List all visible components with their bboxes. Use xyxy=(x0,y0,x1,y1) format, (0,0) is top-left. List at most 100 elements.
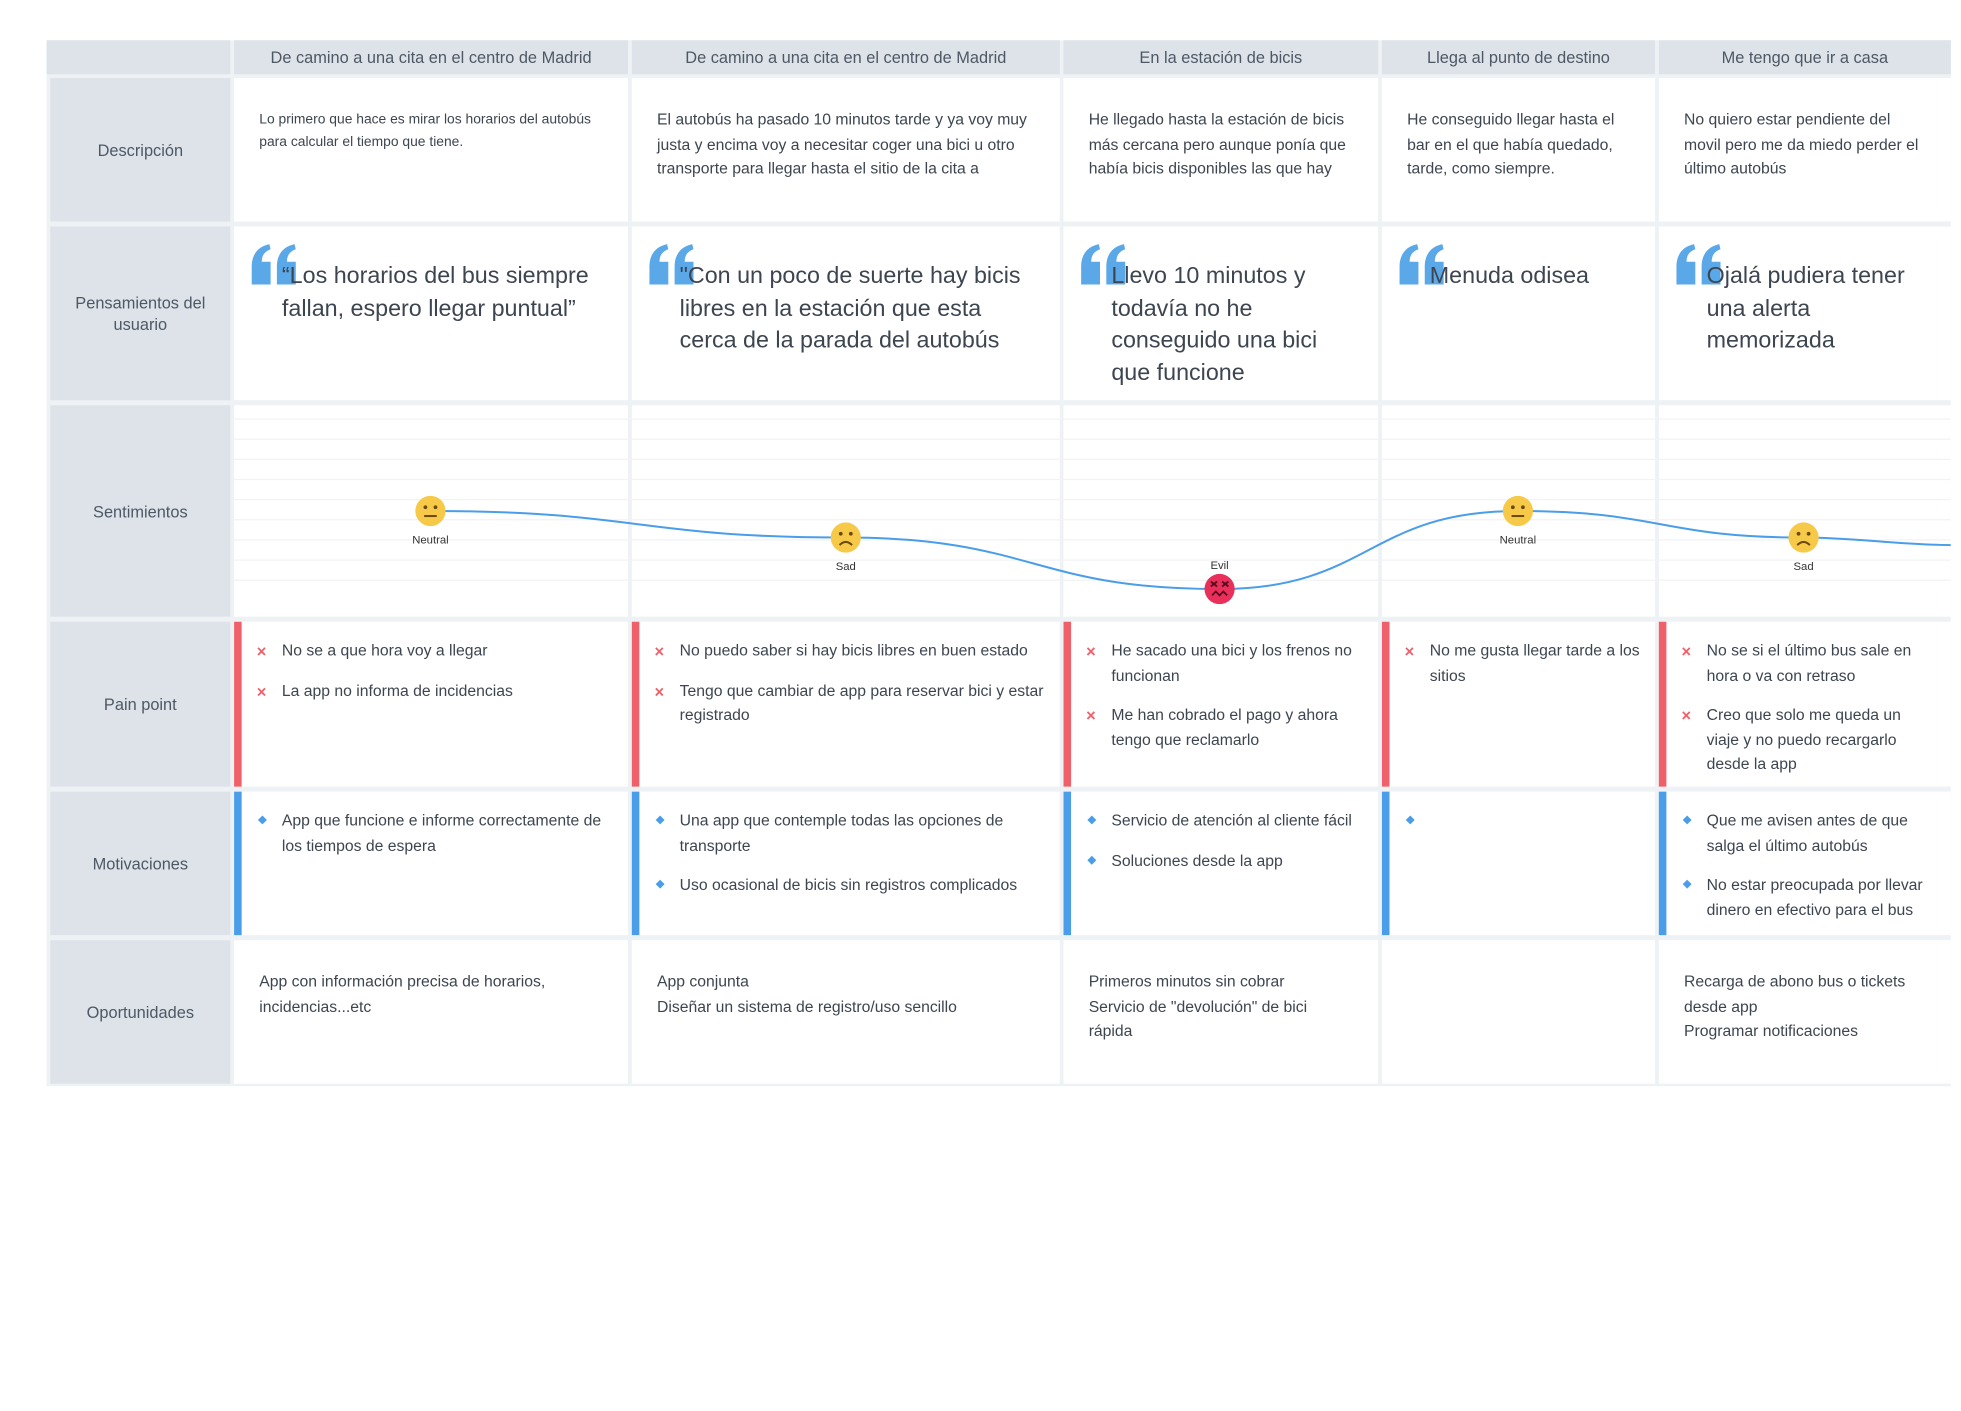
opportunity-cell-5: Recarga de abono bus o tickets desde app… xyxy=(1658,940,1951,1084)
x-icon: × xyxy=(1086,641,1096,661)
diamond-bullet-icon xyxy=(1682,815,1692,825)
diamond-bullet-icon xyxy=(257,815,267,825)
pain-item: × No se si el último bus sale en hora o v… xyxy=(1681,639,1935,688)
pain-list: × No se a que hora voy a llegar × La app n… xyxy=(257,639,613,718)
thought-text: Llevo 10 minutos y todavía no he consegu… xyxy=(1111,261,1318,385)
pain-bar xyxy=(1658,621,1667,787)
motivation-bar xyxy=(631,791,640,936)
description-cell-2: El autobús ha pasado 10 minutos tarde y … xyxy=(631,78,1060,222)
pain-list: × No se si el último bus sale en hora o v… xyxy=(1681,639,1935,792)
x-icon: × xyxy=(1086,706,1096,725)
motivation-bar xyxy=(1063,791,1072,936)
sentiment-face-4-icon xyxy=(1502,495,1533,527)
motivation-item: Que me avisen antes de que salga el últi… xyxy=(1681,809,1935,858)
pain-cell-2: × No puedo saber si hay bicis libres en b… xyxy=(631,621,1060,787)
thought-text: “Los horarios del bus siempre fallan, es… xyxy=(281,261,589,321)
row-label-motivaciones: Motivaciones xyxy=(50,791,231,936)
sentiment-label: Sad xyxy=(1794,561,1814,573)
diamond-bullet-icon xyxy=(655,879,665,889)
opportunity-line: Primeros minutos sin cobrar xyxy=(1088,972,1285,991)
x-icon: × xyxy=(1681,706,1692,725)
opportunity-line: App con información precisa de horarios, xyxy=(259,972,546,991)
pain-bar xyxy=(631,621,640,787)
opportunity-cell-2: App conjunta Diseñar un sistema de regis… xyxy=(631,940,1060,1084)
motivation-cell-5: Que me avisen antes de que salga el últi… xyxy=(1658,791,1951,937)
motivation-bar xyxy=(1381,791,1390,936)
sentiment-label: Neutral xyxy=(1500,535,1536,547)
pain-item: × Tengo que cambiar de app para reservar … xyxy=(654,679,1044,728)
pain-cell-3: × He sacado una bici y los frenos no func… xyxy=(1063,621,1379,787)
pain-item: × La app no informa de incidencias xyxy=(257,679,613,704)
header-corner xyxy=(46,40,231,75)
description-cell-3: He llegado hasta la estación de bicis má… xyxy=(1063,78,1379,222)
pain-cell-5: × No se si el último bus sale en hora o v… xyxy=(1658,621,1951,787)
thought-cell-5: Ojalá pudiera tener una alerta memorizad… xyxy=(1658,226,1951,401)
diamond-bullet-icon xyxy=(1087,855,1097,865)
diamond-bullet-icon xyxy=(1405,815,1415,825)
x-icon: × xyxy=(654,681,665,701)
row-label-oportunidades: Oportunidades xyxy=(50,940,231,1084)
motivation-bar xyxy=(234,791,242,936)
thought-text: "Con un poco de suerte hay bicis libres … xyxy=(679,261,1021,353)
motivation-list: Servicio de atención al cliente fácil So… xyxy=(1086,809,1363,888)
pain-item: × Creo que solo me queda un viaje y no pu… xyxy=(1681,704,1935,778)
row-label-descripcion: Descripción xyxy=(50,78,231,222)
opportunity-cell-4 xyxy=(1381,940,1656,1084)
stage-title-3: En la estación de bicis xyxy=(1063,40,1379,75)
opportunity-line: incidencias...etc xyxy=(259,997,372,1016)
thought-cell-1: “Los horarios del bus siempre fallan, es… xyxy=(234,226,629,401)
x-icon: × xyxy=(1404,641,1415,661)
opportunity-line: desde app xyxy=(1684,997,1758,1016)
pain-cell-1: × No se a que hora voy a llegar × La app n… xyxy=(234,621,629,787)
description-text: El autobús ha pasado 10 minutos tarde y … xyxy=(656,110,1027,178)
motivation-list xyxy=(1405,809,1640,825)
row-label-pain-point: Pain point xyxy=(50,621,231,787)
sentiment-curve xyxy=(430,509,1951,591)
motivation-list: Que me avisen antes de que salga el últi… xyxy=(1681,809,1935,937)
opportunity-line: Servicio de "devolución" de bici xyxy=(1088,997,1308,1016)
sentiment-curve-chart: Neutral Sad Evil Neutral Sad xyxy=(232,418,1951,605)
description-cell-4: He conseguido llegar hasta el bar en el … xyxy=(1381,78,1656,222)
stage-title-1: De camino a una cita en el centro de Mad… xyxy=(234,40,629,75)
motivation-item: Una app que contemple todas las opciones… xyxy=(654,809,1044,858)
motivation-item: No estar preocupada por llevar dinero en… xyxy=(1681,873,1935,922)
motivation-item: Uso ocasional de bicis sin registros com… xyxy=(654,873,1044,898)
motivation-bar xyxy=(1658,791,1667,936)
pain-bar xyxy=(1381,621,1390,787)
pain-item: × No se a que hora voy a llegar xyxy=(257,639,613,664)
motivation-item: Servicio de atención al cliente fácil xyxy=(1086,809,1363,834)
motivation-list: App que funcione e informe correctamente… xyxy=(257,809,613,873)
pain-bar xyxy=(234,621,242,787)
pain-list: × No puedo saber si hay bicis libres en b… xyxy=(654,639,1044,743)
journey-map: De camino a una cita en el centro de Mad… xyxy=(0,0,1961,1411)
description-text: Lo primero que hace es mirar los horario… xyxy=(259,112,591,150)
sentiment-face-1-icon xyxy=(415,495,446,527)
stage-title-5: Me tengo que ir a casa xyxy=(1658,40,1951,75)
x-icon: × xyxy=(1681,641,1692,661)
opportunity-line: Programar notificaciones xyxy=(1684,1021,1859,1040)
sentiment-label: Sad xyxy=(836,561,856,573)
description-text: He conseguido llegar hasta el bar en el … xyxy=(1407,110,1615,178)
thought-cell-2: "Con un poco de suerte hay bicis libres … xyxy=(631,226,1060,401)
pain-cell-4: × No me gusta llegar tarde a los sitios xyxy=(1381,621,1656,787)
opportunity-cell-3: Primeros minutos sin cobrar Servicio de … xyxy=(1063,940,1379,1084)
x-icon: × xyxy=(256,681,267,701)
description-text: He llegado hasta la estación de bicis má… xyxy=(1088,110,1346,178)
motivation-cell-4 xyxy=(1381,791,1656,936)
opportunity-line: rápida xyxy=(1088,1021,1133,1040)
thought-text: Menuda odisea xyxy=(1429,261,1590,289)
sentiment-face-3-icon xyxy=(1204,573,1235,605)
sentiment-face-2-icon xyxy=(830,522,861,553)
motivation-cell-3: Servicio de atención al cliente fácil So… xyxy=(1063,791,1379,936)
motivation-item: App que funcione e informe correctamente… xyxy=(257,809,613,858)
motivation-cell-2: Una app que contemple todas las opciones… xyxy=(631,791,1060,936)
pain-bar xyxy=(1063,621,1072,787)
pain-item: × No puedo saber si hay bicis libres en b… xyxy=(654,639,1044,664)
x-icon: × xyxy=(654,641,665,661)
x-icon: × xyxy=(256,641,267,661)
opportunity-line: App conjunta xyxy=(656,972,749,991)
pain-list: × He sacado una bici y los frenos no func… xyxy=(1086,639,1363,767)
motivation-list: Una app que contemple todas las opciones… xyxy=(654,809,1044,913)
sentiment-face-5-icon xyxy=(1788,522,1819,553)
motivation-item: Soluciones desde la app xyxy=(1086,849,1363,874)
